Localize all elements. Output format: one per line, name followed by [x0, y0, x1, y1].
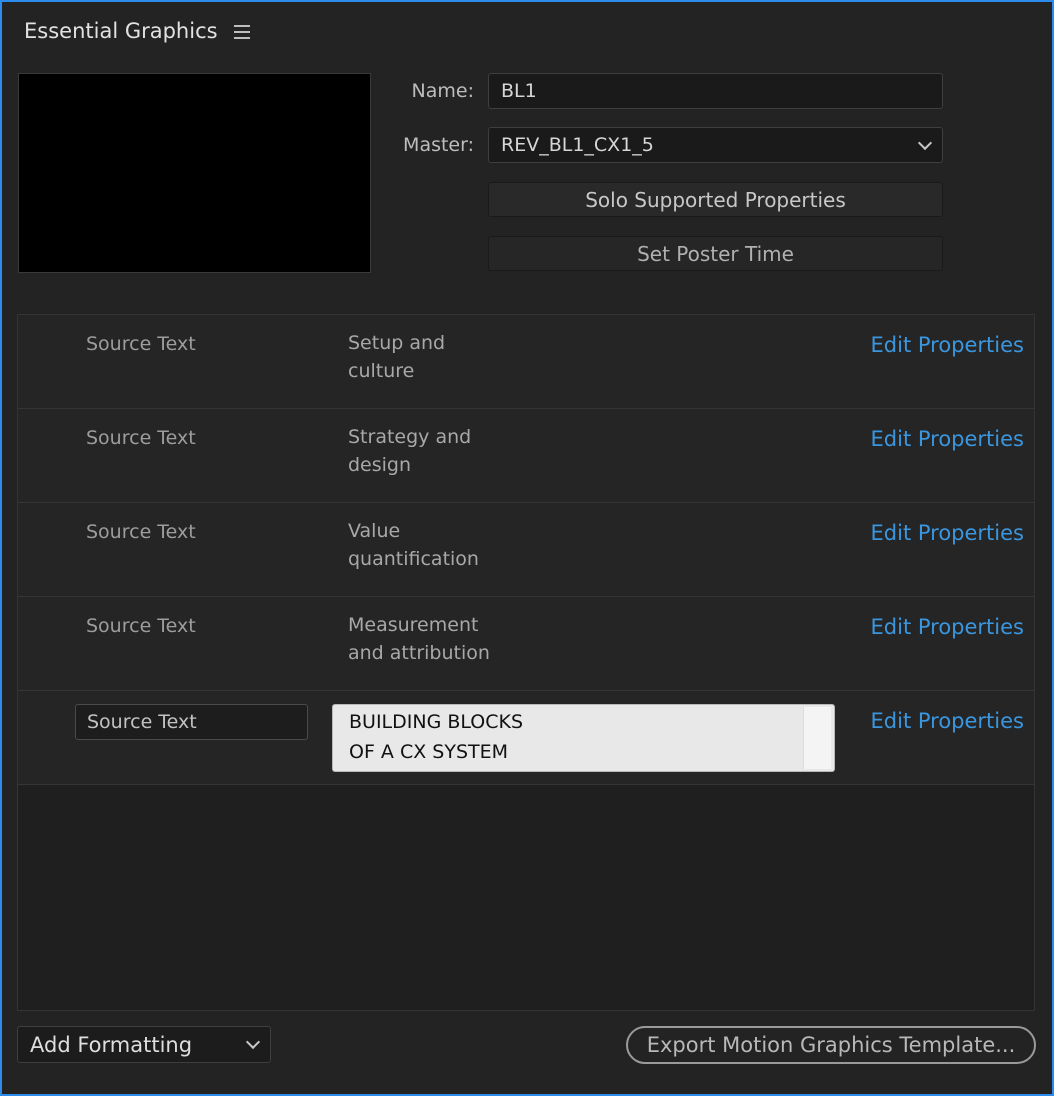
value-line: culture: [348, 360, 415, 382]
list-item: Source Text Strategy and design Edit Pro…: [18, 409, 1034, 503]
edit-properties-link[interactable]: Edit Properties: [871, 521, 1024, 545]
value-line: quantification: [348, 548, 479, 570]
property-type-field[interactable]: Source Text: [75, 704, 308, 740]
master-select[interactable]: REV_BL1_CX1_5: [488, 127, 943, 163]
property-value[interactable]: Value quantification: [348, 517, 568, 573]
name-value: BL1: [501, 80, 537, 102]
preview-thumbnail: [18, 73, 371, 273]
value-line: and attribution: [348, 642, 490, 664]
add-formatting-label: Add Formatting: [30, 1032, 193, 1057]
hamburger-menu-icon[interactable]: [233, 25, 250, 39]
property-type: Source Text: [86, 427, 196, 449]
edit-properties-link[interactable]: Edit Properties: [871, 333, 1024, 357]
name-label: Name:: [411, 80, 474, 102]
text-line: BUILDING BLOCKS: [349, 711, 524, 733]
property-type: Source Text: [86, 615, 196, 637]
list-item-active: Source Text BUILDING BLOCKS OF A CX SYST…: [18, 691, 1034, 785]
edit-properties-link[interactable]: Edit Properties: [871, 709, 1024, 733]
text-scrollbar[interactable]: [803, 707, 831, 769]
list-item: Source Text Setup and culture Edit Prope…: [18, 315, 1034, 409]
property-value[interactable]: Strategy and design: [348, 423, 568, 479]
panel-title: Essential Graphics: [24, 19, 218, 43]
chevron-down-icon: [245, 1034, 261, 1050]
property-type: Source Text: [86, 333, 196, 355]
export-motion-graphics-template-button[interactable]: Export Motion Graphics Template...: [626, 1026, 1036, 1064]
essential-graphics-panel: Essential Graphics Name: BL1 Master: REV…: [0, 0, 1054, 1096]
value-line: Measurement: [348, 614, 479, 636]
list-item: Source Text Measurement and attribution …: [18, 597, 1034, 691]
solo-supported-properties-button[interactable]: Solo Supported Properties: [488, 182, 943, 217]
chevron-down-icon: [917, 135, 933, 150]
property-value[interactable]: Measurement and attribution: [348, 611, 568, 667]
master-label: Master:: [403, 134, 474, 156]
name-field[interactable]: BL1: [488, 73, 943, 109]
set-poster-time-button[interactable]: Set Poster Time: [488, 236, 943, 271]
value-line: Setup and: [348, 332, 446, 354]
panel-header: Essential Graphics: [24, 16, 250, 46]
edit-properties-link[interactable]: Edit Properties: [871, 615, 1024, 639]
text-line: OF A CX SYSTEM: [349, 741, 509, 763]
add-formatting-dropdown[interactable]: Add Formatting: [17, 1026, 271, 1063]
value-line: Value: [348, 520, 401, 542]
value-line: Strategy and: [348, 426, 472, 448]
master-value: REV_BL1_CX1_5: [501, 134, 654, 156]
properties-list: Source Text Setup and culture Edit Prope…: [17, 314, 1035, 1011]
list-item: Source Text Value quantification Edit Pr…: [18, 503, 1034, 597]
edit-properties-link[interactable]: Edit Properties: [871, 427, 1024, 451]
property-value[interactable]: Setup and culture: [348, 329, 568, 385]
source-text-editor[interactable]: BUILDING BLOCKS OF A CX SYSTEM: [332, 704, 835, 772]
value-line: design: [348, 454, 412, 476]
property-type: Source Text: [86, 521, 196, 543]
